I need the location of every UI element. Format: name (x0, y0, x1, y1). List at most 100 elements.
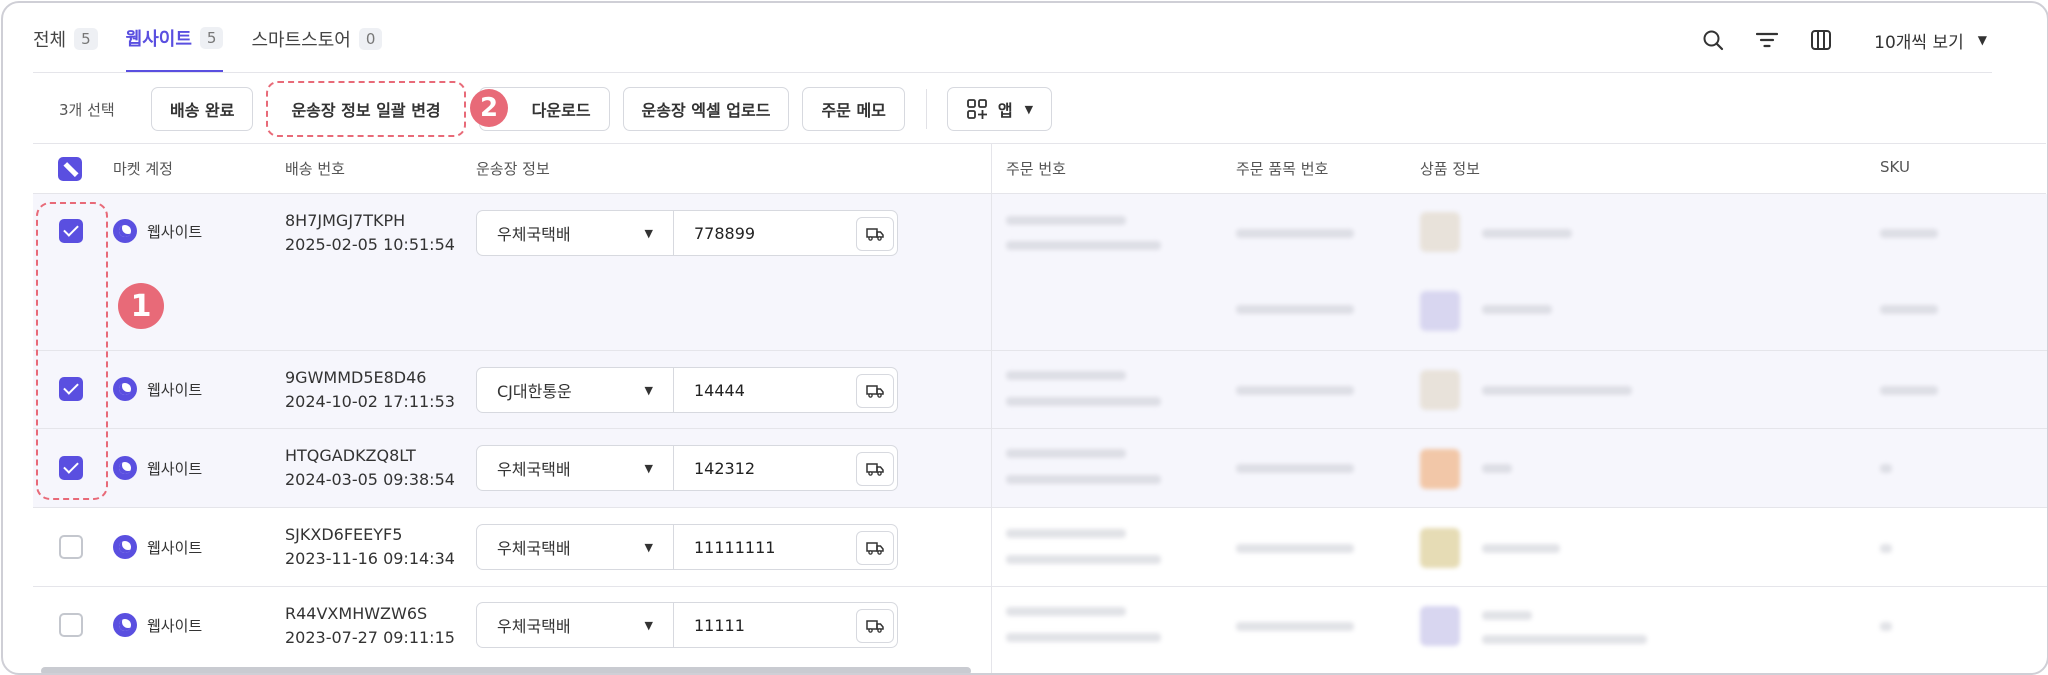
tab-count: 5 (74, 28, 98, 50)
carrier-select[interactable]: 우체국택배 ▼ (476, 602, 674, 648)
shipment-date: 2023-07-27 09:11:15 (285, 628, 455, 647)
shipment-id: 8H7JMGJ7TKPH (285, 211, 406, 230)
row-checkbox[interactable] (59, 535, 83, 559)
shipment-id: HTQGADKZQ8LT (285, 446, 416, 465)
truck-icon (866, 542, 884, 555)
website-logo-icon (113, 456, 137, 480)
tab-label: 웹사이트 (125, 28, 192, 50)
blurred-sku (1880, 386, 1938, 395)
blurred-sku (1880, 464, 1892, 473)
chevron-down-icon: ▼ (1977, 33, 1987, 47)
blurred-product-image (1420, 212, 1460, 252)
blurred-order-date (1006, 397, 1161, 406)
tracking-value: 142312 (694, 458, 756, 478)
website-logo-icon (113, 377, 137, 401)
market-account: 웹사이트 (113, 219, 202, 243)
chevron-down-icon: ▼ (1024, 102, 1034, 116)
blurred-order-date (1006, 241, 1161, 250)
website-logo-icon (113, 219, 137, 243)
blurred-sku (1880, 544, 1892, 553)
blurred-sku (1880, 229, 1938, 238)
website-logo-icon (113, 535, 137, 559)
blurred-product-name (1482, 464, 1512, 473)
blurred-product-name (1482, 544, 1560, 553)
step-badge-2: 2 (470, 89, 508, 127)
page-size-select[interactable]: 10개씩 보기 ▼ (1874, 28, 1987, 53)
tab-label: 전체 (33, 30, 67, 51)
column-header-ship-no[interactable]: 배송 번호 (285, 158, 345, 179)
delivery-complete-button[interactable]: 배송 완료 (151, 87, 254, 131)
tracking-lookup-button[interactable] (856, 609, 894, 643)
column-header-market[interactable]: 마켓 계정 (113, 158, 173, 179)
checkbox-highlight (36, 202, 108, 500)
market-label: 웹사이트 (147, 538, 203, 557)
row-checkbox[interactable] (59, 613, 83, 637)
carrier-select[interactable]: 우체국택배 ▼ (476, 445, 674, 491)
blurred-order-no (1006, 216, 1126, 225)
market-account: 웹사이트 (113, 456, 202, 480)
shipment-date: 2024-10-02 17:11:53 (285, 392, 455, 411)
shipment-id: SJKXD6FEEYF5 (285, 525, 403, 544)
blurred-order-no (1006, 371, 1126, 380)
tracking-lookup-button[interactable] (856, 217, 894, 251)
apps-icon (967, 99, 987, 119)
market-label: 웹사이트 (147, 616, 203, 635)
market-label: 웹사이트 (147, 380, 203, 399)
chevron-down-icon: ▼ (644, 461, 653, 475)
search-icon[interactable] (1696, 23, 1730, 57)
top-actions: 10개씩 보기 ▼ (1676, 23, 1987, 57)
apps-menu-button[interactable]: 앱 ▼ (946, 87, 1053, 131)
carrier-label: 우체국택배 (497, 460, 571, 479)
carrier-label: 우체국택배 (497, 539, 571, 558)
carrier-select[interactable]: 우체국택배 ▼ (476, 210, 674, 256)
download-label: 다운로드 (531, 101, 591, 120)
blurred-item-no (1236, 305, 1354, 314)
blurred-product-name (1482, 305, 1552, 314)
carrier-label: 우체국택배 (497, 225, 571, 244)
market-label: 웹사이트 (147, 222, 203, 241)
columns-icon[interactable] (1804, 23, 1838, 57)
filter-icon[interactable] (1750, 23, 1784, 57)
tracking-lookup-button[interactable] (856, 531, 894, 565)
carrier-select[interactable]: 우체국택배 ▼ (476, 524, 674, 570)
shipment-number: 9GWMMD5E8D46 2024-10-02 17:11:53 (285, 366, 455, 414)
tab-count: 0 (358, 28, 383, 50)
tracking-value: 778899 (694, 223, 756, 243)
shipment-number: R44VXMHWZW6S 2023-07-27 09:11:15 (285, 602, 455, 650)
shipment-id: R44VXMHWZW6S (285, 604, 428, 623)
tab-smartstore[interactable]: 스마트스토어 0 (251, 5, 383, 73)
blurred-product-name (1482, 229, 1572, 238)
blurred-order-no (1006, 449, 1126, 458)
tracking-value: 11111 (694, 615, 745, 635)
tab-website[interactable]: 웹사이트 5 (125, 5, 224, 73)
tracking-value: 11111111 (694, 537, 776, 557)
blurred-sku (1880, 622, 1892, 631)
bulk-waybill-change-button[interactable]: 운송장 정보 일괄 변경 (266, 81, 466, 137)
carrier-select[interactable]: CJ대한통운 ▼ (476, 367, 674, 413)
tracking-lookup-button[interactable] (856, 452, 894, 486)
market-account: 웹사이트 (113, 613, 202, 637)
toolbar-divider (925, 89, 927, 129)
step-badge-1: 1 (118, 283, 164, 329)
column-header-waybill[interactable]: 운송장 정보 (476, 158, 550, 179)
blurred-order-no (1006, 529, 1126, 538)
carrier-label: 우체국택배 (497, 617, 571, 636)
order-memo-button[interactable]: 주문 메모 (802, 87, 905, 131)
tracking-lookup-button[interactable] (856, 374, 894, 408)
blurred-product-name (1482, 386, 1632, 395)
shipment-date: 2023-11-16 09:14:34 (285, 549, 455, 568)
tab-all[interactable]: 전체 5 (33, 5, 98, 73)
truck-icon (866, 620, 884, 633)
chevron-down-icon: ▼ (644, 540, 653, 554)
blurred-item-no (1236, 386, 1354, 395)
tracking-value: 14444 (694, 380, 745, 400)
shipment-number: HTQGADKZQ8LT 2024-03-05 09:38:54 (285, 444, 455, 492)
blurred-product-image (1420, 449, 1460, 489)
blurred-sku (1880, 305, 1938, 314)
select-all-checkbox[interactable] (58, 157, 82, 181)
selected-count: 3개 선택 (59, 100, 115, 119)
chevron-down-icon: ▼ (644, 618, 653, 632)
truck-icon (866, 463, 884, 476)
row-bg (992, 194, 2047, 351)
waybill-excel-upload-button[interactable]: 운송장 엑셀 업로드 (622, 87, 790, 131)
